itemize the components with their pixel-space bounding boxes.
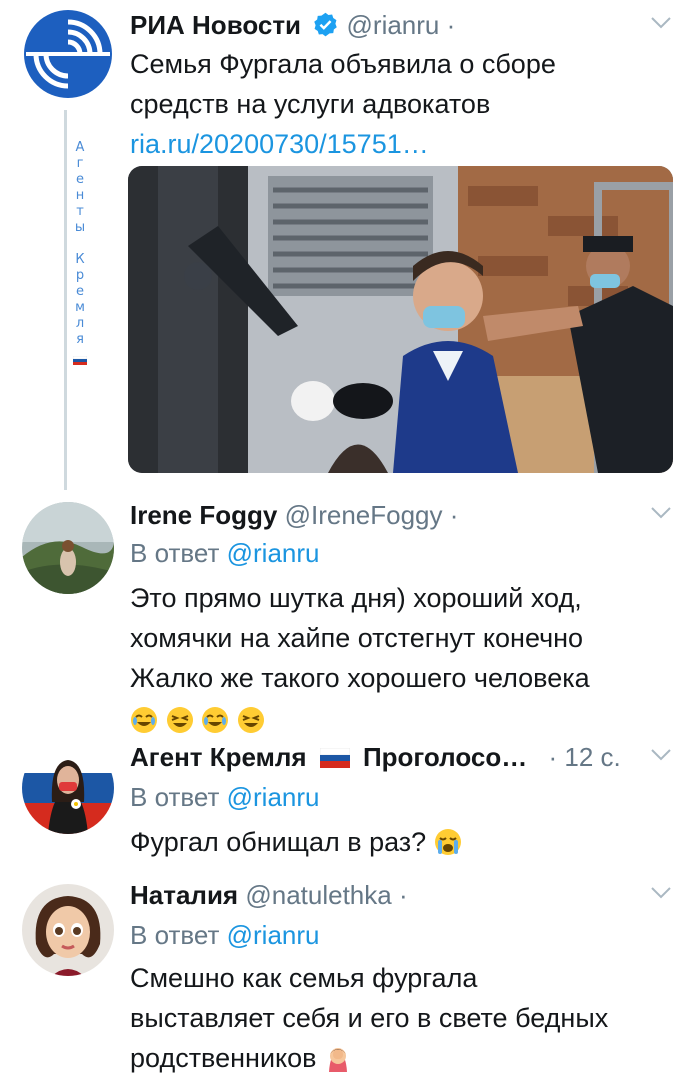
verified-badge-icon bbox=[314, 12, 338, 37]
author-handle[interactable]: @IreneFoggy bbox=[285, 500, 443, 530]
tweet-text-line: выставляет себя и его в свете бедных bbox=[130, 1003, 609, 1033]
chevron-down-icon[interactable] bbox=[650, 886, 672, 900]
chevron-down-icon[interactable] bbox=[650, 506, 672, 520]
reply-context: В ответ @rianru bbox=[130, 536, 320, 570]
article-link[interactable]: ria.ru/20200730/15751… bbox=[130, 124, 556, 164]
reply-mention[interactable]: @rianru bbox=[227, 538, 320, 568]
tweet-ria[interactable]: РИА Новости @rianru · Семья Фургала объя… bbox=[0, 0, 694, 490]
avatar-photo bbox=[22, 742, 114, 834]
reply-prefix: В ответ bbox=[130, 782, 220, 812]
reply-context: В ответ @rianru bbox=[130, 780, 320, 814]
author-name[interactable]: Наталия bbox=[130, 880, 238, 910]
author-name[interactable]: Агент Кремля bbox=[130, 742, 307, 772]
tweet-text-line: средств на услуги адвокатов bbox=[130, 89, 491, 119]
tweet-text: Смешно как семья фургала выставляет себя… bbox=[130, 958, 608, 1078]
avatar-ria[interactable] bbox=[22, 8, 114, 100]
separator-dot: · bbox=[449, 500, 459, 530]
chevron-down-icon[interactable] bbox=[650, 16, 672, 30]
tweet-text-content: Фургал обнищал в раз? bbox=[130, 827, 427, 857]
reply-mention[interactable]: @rianru bbox=[227, 782, 320, 812]
avatar-natalia[interactable] bbox=[22, 884, 114, 976]
tweet-text: Семья Фургала объявила о сборе средств н… bbox=[130, 44, 556, 164]
tweet-text-line: хомячки на хайпе отстегнут конечно bbox=[130, 623, 584, 653]
author-name-suffix[interactable]: Проголосо… bbox=[363, 742, 527, 772]
reply-context: В ответ @rianru bbox=[130, 918, 320, 952]
tweet-text-line: Жалко же такого хорошего человека bbox=[130, 663, 590, 693]
tweet-text-content: родственников bbox=[130, 1043, 317, 1073]
tweet-reply-irene[interactable]: Irene Foggy @IreneFoggy · В ответ @rianr… bbox=[0, 490, 694, 733]
avatar-photo bbox=[22, 884, 114, 976]
author-name[interactable]: РИА Новости bbox=[130, 10, 301, 40]
tweet-reply-natalia[interactable]: Наталия @natulethka · В ответ @rianru См… bbox=[0, 870, 694, 1080]
separator-dot: · bbox=[548, 742, 558, 772]
tweet-text-line: родственников bbox=[130, 1038, 608, 1078]
russia-flag-icon bbox=[319, 748, 350, 768]
tweet-text-line: Семья Фургала объявила о сборе bbox=[130, 49, 556, 79]
author-handle[interactable]: @rianru bbox=[347, 10, 440, 40]
tweet-text: Фургал обнищал в раз? bbox=[130, 822, 462, 862]
reply-prefix: В ответ bbox=[130, 538, 220, 568]
tweet-reply-agent[interactable]: Агент Кремля Проголосо… · 12 с. В ответ … bbox=[0, 730, 694, 870]
facepalm-emoji-icon bbox=[329, 1048, 348, 1072]
ria-logo-icon bbox=[24, 10, 112, 98]
avatar-irene[interactable] bbox=[22, 502, 114, 594]
tweet-text-line: Это прямо шутка дня) хороший ход, bbox=[130, 583, 582, 613]
separator-dot: · bbox=[398, 880, 408, 910]
avatar-photo bbox=[22, 502, 114, 594]
author-name[interactable]: Irene Foggy bbox=[130, 500, 277, 530]
crying-emoji-icon bbox=[434, 829, 461, 855]
timestamp[interactable]: 12 с. bbox=[564, 742, 620, 772]
author-handle[interactable]: @natulethka bbox=[245, 880, 391, 910]
reply-mention[interactable]: @rianru bbox=[227, 920, 320, 950]
tweet-text: Это прямо шутка дня) хороший ход, хомячк… bbox=[130, 578, 590, 740]
chevron-down-icon[interactable] bbox=[650, 748, 672, 762]
separator-dot: · bbox=[446, 10, 456, 40]
photo-image bbox=[128, 166, 673, 473]
reply-prefix: В ответ bbox=[130, 920, 220, 950]
tweet-photo[interactable] bbox=[128, 166, 673, 473]
tweet-text-line: Смешно как семья фургала bbox=[130, 963, 478, 993]
avatar-agent[interactable] bbox=[22, 742, 114, 834]
tweet-text-line: Фургал обнищал в раз? bbox=[130, 822, 462, 862]
